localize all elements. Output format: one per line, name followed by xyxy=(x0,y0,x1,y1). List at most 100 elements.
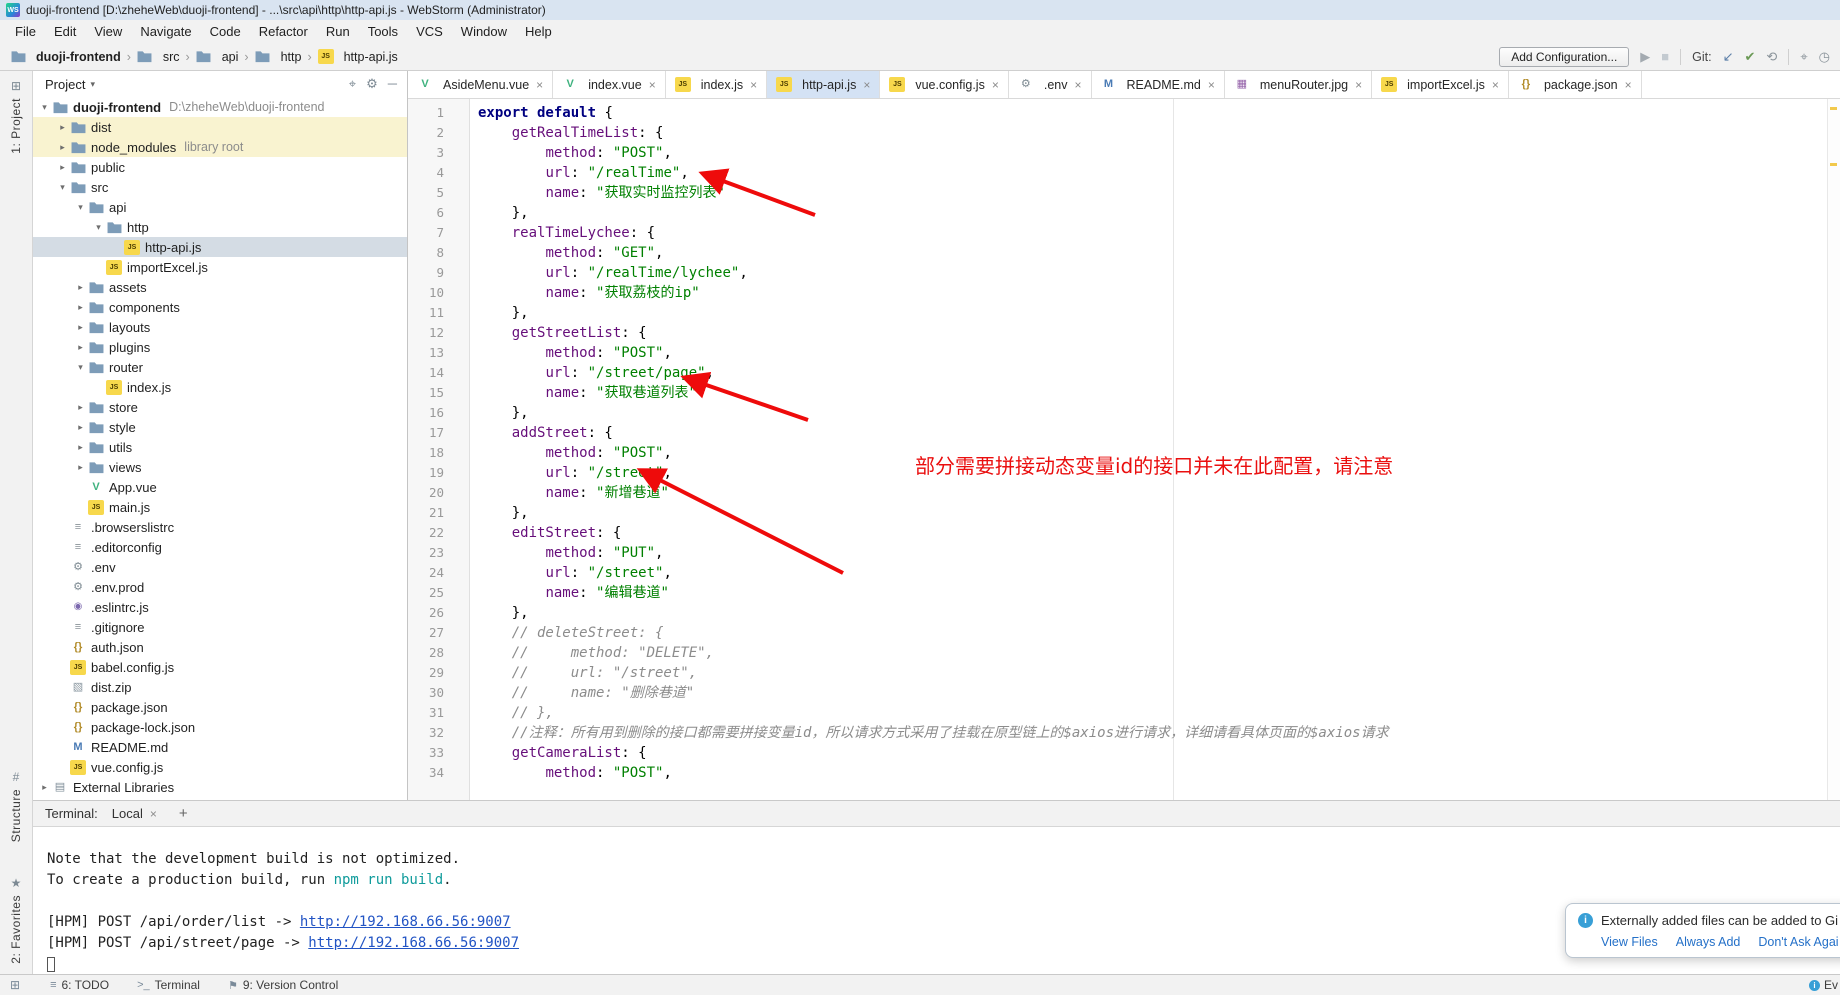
breadcrumb-item-src[interactable]: src xyxy=(137,49,180,64)
chevron-right-icon[interactable]: ▸ xyxy=(37,782,52,793)
tree-item-env[interactable]: ⚙.env xyxy=(33,557,407,577)
hide-panel-icon[interactable]: ─ xyxy=(388,76,397,92)
tree-item-layouts[interactable]: ▸layouts xyxy=(33,317,407,337)
tree-item-style[interactable]: ▸style xyxy=(33,417,407,437)
menu-code[interactable]: Code xyxy=(201,20,250,43)
tree-item-main-js[interactable]: JSmain.js xyxy=(33,497,407,517)
menu-navigate[interactable]: Navigate xyxy=(131,20,200,43)
terminal-tab-local[interactable]: Local × xyxy=(102,801,167,826)
line-number[interactable]: 34 xyxy=(408,763,470,783)
tree-item-store[interactable]: ▸store xyxy=(33,397,407,417)
menu-window[interactable]: Window xyxy=(452,20,516,43)
tree-item-http[interactable]: ▾http xyxy=(33,217,407,237)
add-configuration-button[interactable]: Add Configuration... xyxy=(1499,47,1629,67)
notification-action-don-t-ask-agai[interactable]: Don't Ask Agai xyxy=(1758,935,1838,949)
tab-close-icon[interactable]: × xyxy=(863,78,870,92)
tree-item-components[interactable]: ▸components xyxy=(33,297,407,317)
tree-item-readme-md[interactable]: MREADME.md xyxy=(33,737,407,757)
git-revert-icon[interactable]: ⟲ xyxy=(1766,49,1777,65)
breadcrumb-item-duoji-frontend[interactable]: duoji-frontend xyxy=(10,49,121,64)
terminal-cursor[interactable] xyxy=(47,957,55,972)
line-number[interactable]: 3 xyxy=(408,143,470,163)
tree-item-dist[interactable]: ▸dist xyxy=(33,117,407,137)
tab-menurouter-jpg[interactable]: ▦menuRouter.jpg× xyxy=(1225,71,1372,98)
line-number[interactable]: 1 xyxy=(408,103,470,123)
line-number[interactable]: 19 xyxy=(408,463,470,483)
stop-icon[interactable]: ■ xyxy=(1661,49,1669,64)
recent-activity-icon[interactable]: ◷ xyxy=(1819,49,1830,65)
line-number[interactable]: 8 xyxy=(408,243,470,263)
tree-item-vue-config-js[interactable]: JSvue.config.js xyxy=(33,757,407,777)
line-number[interactable]: 6 xyxy=(408,203,470,223)
tree-item-dist-zip[interactable]: ▧dist.zip xyxy=(33,677,407,697)
tree-item-assets[interactable]: ▸assets xyxy=(33,277,407,297)
line-number[interactable]: 11 xyxy=(408,303,470,323)
menu-tools[interactable]: Tools xyxy=(359,20,407,43)
status-6-todo[interactable]: ≡6: TODO xyxy=(50,978,109,992)
line-number[interactable]: 13 xyxy=(408,343,470,363)
menu-run[interactable]: Run xyxy=(317,20,359,43)
tree-item-node-modules[interactable]: ▸node_moduleslibrary root xyxy=(33,137,407,157)
tree-item-package-lock-json[interactable]: {}package-lock.json xyxy=(33,717,407,737)
code-editor[interactable]: 1export default {2 getRealTimeList: {3 m… xyxy=(408,99,1840,800)
settings-gear-icon[interactable]: ⚙ xyxy=(366,76,378,92)
tree-item-gitignore[interactable]: ≡.gitignore xyxy=(33,617,407,637)
tree-item-browserslistrc[interactable]: ≡.browserslistrc xyxy=(33,517,407,537)
chevron-right-icon[interactable]: ▸ xyxy=(55,122,70,133)
tab-http-api-js[interactable]: JShttp-api.js× xyxy=(767,71,880,98)
chevron-right-icon[interactable]: ▸ xyxy=(55,162,70,173)
line-number[interactable]: 18 xyxy=(408,443,470,463)
tool-window-favorites-button[interactable]: ★ 2: Favorites xyxy=(2,876,30,964)
terminal-link[interactable]: http://192.168.66.56:9007 xyxy=(300,914,511,930)
tree-item-eslintrc-js[interactable]: ◉.eslintrc.js xyxy=(33,597,407,617)
tab-index-js[interactable]: JSindex.js× xyxy=(666,71,767,98)
line-number[interactable]: 23 xyxy=(408,543,470,563)
line-number[interactable]: 25 xyxy=(408,583,470,603)
tab-close-icon[interactable]: × xyxy=(750,78,757,92)
tab-importexcel-js[interactable]: JSimportExcel.js× xyxy=(1372,71,1509,98)
menu-refactor[interactable]: Refactor xyxy=(250,20,317,43)
chevron-down-icon[interactable]: ▾ xyxy=(73,362,88,373)
notification-action-view-files[interactable]: View Files xyxy=(1601,935,1658,949)
tree-item-importexcel-js[interactable]: JSimportExcel.js xyxy=(33,257,407,277)
line-number[interactable]: 5 xyxy=(408,183,470,203)
tab-close-icon[interactable]: × xyxy=(1492,78,1499,92)
chevron-down-icon[interactable]: ▾ xyxy=(37,102,52,113)
tree-item-package-json[interactable]: {}package.json xyxy=(33,697,407,717)
tab-close-icon[interactable]: × xyxy=(649,78,656,92)
chevron-right-icon[interactable]: ▸ xyxy=(73,302,88,313)
tab-vue-config-js[interactable]: JSvue.config.js× xyxy=(880,71,1009,98)
line-number[interactable]: 32 xyxy=(408,723,470,743)
tab-close-icon[interactable]: × xyxy=(1208,78,1215,92)
tab-index-vue[interactable]: Vindex.vue× xyxy=(553,71,666,98)
line-number[interactable]: 10 xyxy=(408,283,470,303)
tab-readme-md[interactable]: MREADME.md× xyxy=(1092,71,1225,98)
tab-package-json[interactable]: {}package.json× xyxy=(1509,71,1642,98)
tab-close-icon[interactable]: × xyxy=(536,78,543,92)
chevron-right-icon[interactable]: ▸ xyxy=(73,402,88,413)
menu-edit[interactable]: Edit xyxy=(45,20,85,43)
tab-close-icon[interactable]: × xyxy=(1074,78,1081,92)
line-number[interactable]: 7 xyxy=(408,223,470,243)
tree-item-utils[interactable]: ▸utils xyxy=(33,437,407,457)
menu-help[interactable]: Help xyxy=(516,20,561,43)
tab-env[interactable]: ⚙.env× xyxy=(1009,71,1092,98)
chevron-down-icon[interactable]: ▾ xyxy=(73,202,88,213)
line-number[interactable]: 15 xyxy=(408,383,470,403)
chevron-down-icon[interactable]: ▾ xyxy=(91,222,106,233)
chevron-right-icon[interactable]: ▸ xyxy=(73,442,88,453)
menu-vcs[interactable]: VCS xyxy=(407,20,452,43)
chevron-right-icon[interactable]: ▸ xyxy=(73,422,88,433)
tree-item-views[interactable]: ▸views xyxy=(33,457,407,477)
run-icon[interactable]: ▶ xyxy=(1640,49,1650,65)
chevron-right-icon[interactable]: ▸ xyxy=(73,282,88,293)
tool-window-structure-button[interactable]: # Structure xyxy=(9,770,23,842)
breadcrumb-item-http[interactable]: http xyxy=(255,49,302,64)
status-9-version-control[interactable]: ⚑9: Version Control xyxy=(228,978,338,992)
menu-file[interactable]: File xyxy=(6,20,45,43)
terminal-link[interactable]: http://192.168.66.56:9007 xyxy=(308,935,519,951)
tree-item-plugins[interactable]: ▸plugins xyxy=(33,337,407,357)
status-terminal[interactable]: >_Terminal xyxy=(137,978,200,992)
git-update-icon[interactable]: ↙ xyxy=(1723,49,1734,65)
tree-item-duoji-frontend[interactable]: ▾duoji-frontendD:\zheheWeb\duoji-fronten… xyxy=(33,97,407,117)
